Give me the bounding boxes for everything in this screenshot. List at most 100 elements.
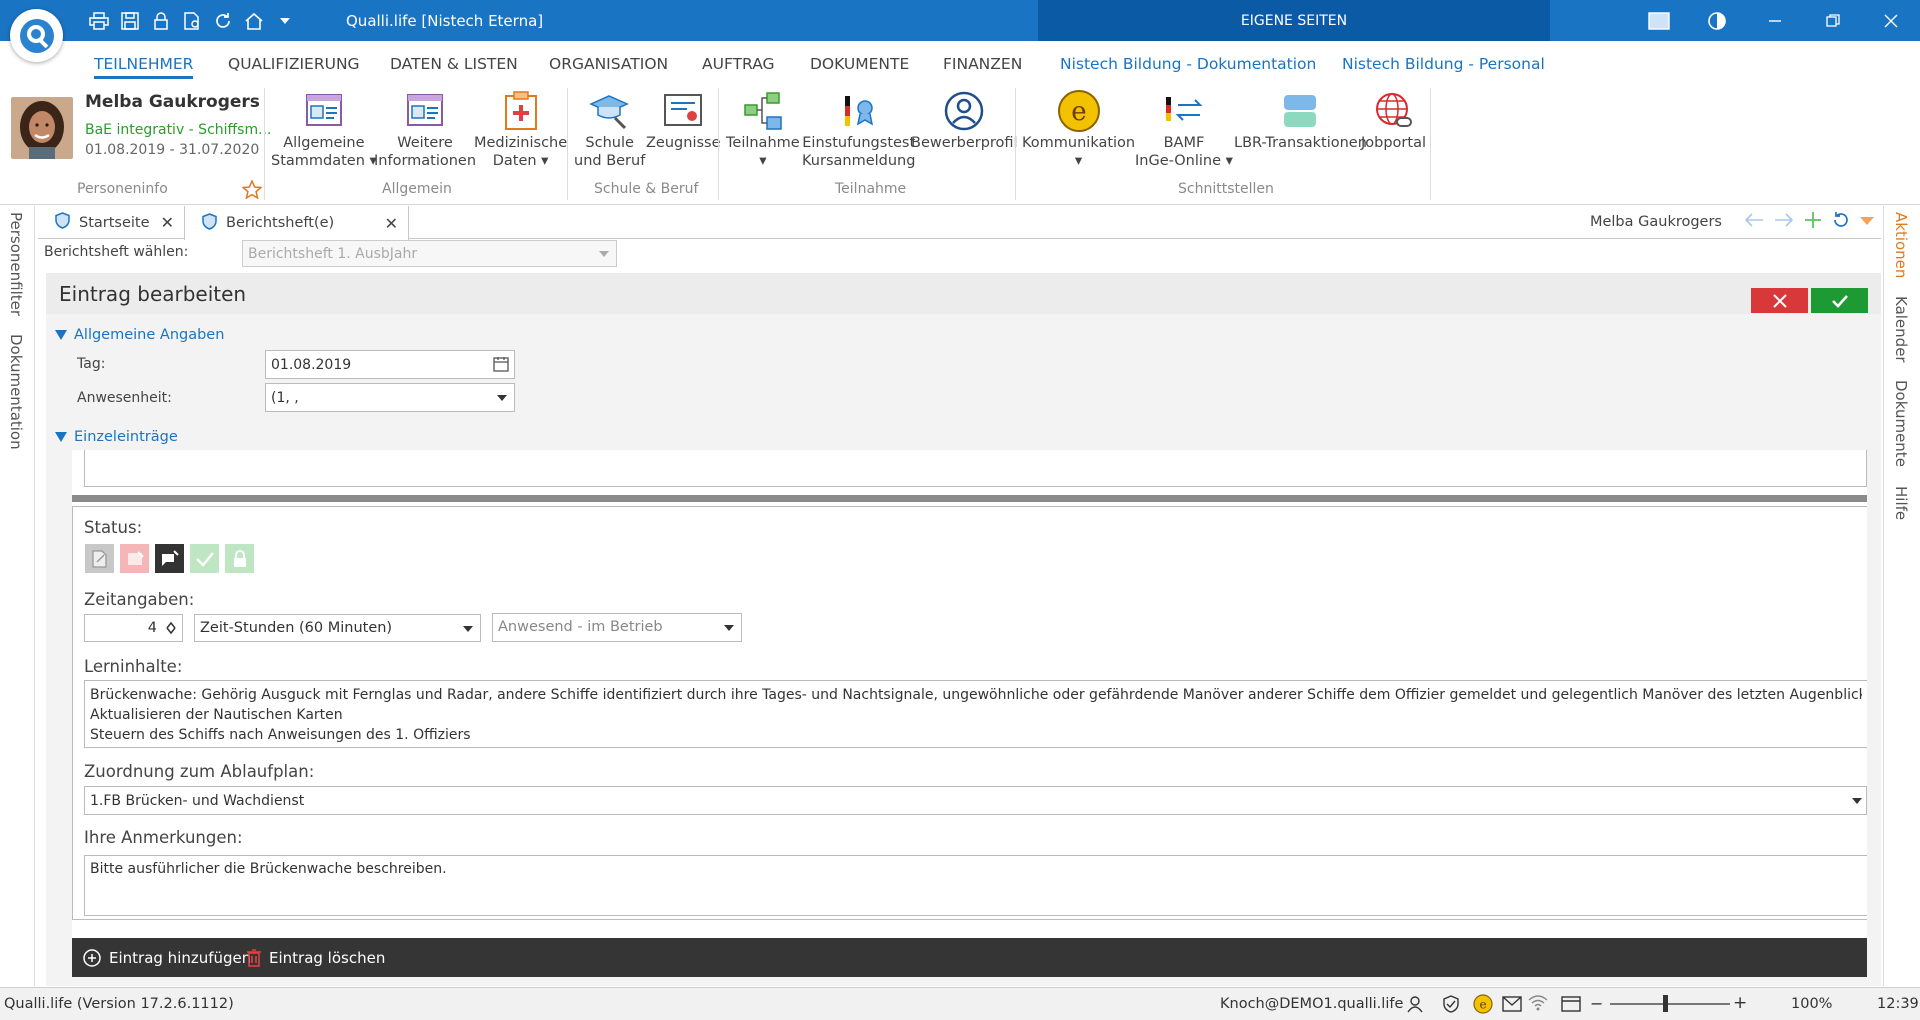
theme-contrast-icon[interactable] xyxy=(1688,0,1746,41)
avatar[interactable] xyxy=(11,97,73,159)
status-draft-icon[interactable] xyxy=(85,544,114,573)
minimize-icon[interactable] xyxy=(1746,0,1804,41)
menu-teilnehmer[interactable]: TEILNEHMER xyxy=(94,55,194,79)
layout-icon[interactable] xyxy=(1630,0,1688,41)
status-locked-icon[interactable] xyxy=(225,544,254,573)
bamf-ingeonline-button[interactable]: BAMF InGe-Online ▾ xyxy=(1135,88,1233,170)
mail-icon[interactable] xyxy=(1502,996,1522,1016)
close-tab-icon[interactable]: ✕ xyxy=(161,213,174,232)
lerninhalte-textarea[interactable]: Brückenwache: Gehörig Ausguck mit Ferngl… xyxy=(84,680,1867,748)
calendar-icon[interactable] xyxy=(493,356,509,376)
app-logo[interactable] xyxy=(10,9,63,62)
anwesend-select[interactable]: Anwesend - im Betrieb xyxy=(492,613,742,642)
teilnahme-button[interactable]: Teilnahme ▾ xyxy=(726,88,800,170)
menu-nistech-dokumentation[interactable]: Nistech Bildung - Dokumentation xyxy=(1060,55,1316,73)
eigene-seiten-button[interactable]: EIGENE SEITEN xyxy=(1038,0,1550,41)
person-name: Melba Gaukrogers xyxy=(85,92,260,112)
group-label-schnittstellen: Schnittstellen xyxy=(1178,181,1274,197)
dokumentation-tab[interactable]: Dokumentation xyxy=(7,334,25,450)
berichtsheft-select[interactable]: Berichtsheft 1. AusbJahr xyxy=(242,240,617,267)
status-rejected-icon[interactable] xyxy=(120,544,149,573)
home-icon[interactable] xyxy=(241,9,267,33)
status-approved-icon[interactable] xyxy=(190,544,219,573)
restore-icon[interactable] xyxy=(1804,0,1862,41)
dokumente-tab[interactable]: Dokumente xyxy=(1892,380,1910,467)
lock-icon[interactable] xyxy=(148,9,174,33)
hours-stepper[interactable]: 4 xyxy=(84,614,183,642)
close-window-icon[interactable] xyxy=(1862,0,1920,41)
user-icon[interactable] xyxy=(1406,995,1424,1017)
certificate-icon xyxy=(663,88,703,134)
section-einzeleintraege[interactable]: Einzeleinträge xyxy=(55,429,178,445)
tab-user-name: Melba Gaukrogers xyxy=(1589,214,1722,230)
menu-daten-listen[interactable]: DATEN & LISTEN xyxy=(390,55,518,73)
delete-entry-button[interactable]: Eintrag löschen xyxy=(247,938,385,977)
add-entry-button[interactable]: Eintrag hinzufügen xyxy=(83,938,251,977)
menu-qualifizierung[interactable]: QUALIFIZIERUNG xyxy=(228,55,360,73)
refresh-icon[interactable] xyxy=(210,9,236,33)
stepper-down-icon[interactable] xyxy=(166,623,176,639)
section-allgemeine-angaben[interactable]: Allgemeine Angaben xyxy=(55,327,224,343)
zoom-slider-thumb[interactable] xyxy=(1663,995,1668,1012)
lbr-transaktionen-button[interactable]: LBR-Transaktionen xyxy=(1234,88,1367,152)
entry-divider xyxy=(72,495,1867,502)
ablaufplan-select[interactable]: 1.FB Brücken- und Wachdienst xyxy=(84,786,1867,815)
confirm-button[interactable] xyxy=(1811,288,1868,313)
tag-date-input[interactable]: 01.08.2019 xyxy=(265,350,515,379)
zeugnisse-button[interactable]: Zeugnisse xyxy=(646,88,721,152)
close-tab-icon[interactable]: ✕ xyxy=(385,214,398,233)
schule-und-beruf-button[interactable]: Schule und Beruf xyxy=(574,88,645,170)
personenfilter-tab[interactable]: Personenfilter xyxy=(7,212,25,316)
print-icon[interactable] xyxy=(86,9,112,33)
medizinische-daten-button[interactable]: Medizinische Daten ▾ xyxy=(474,88,567,170)
zoom-slider[interactable] xyxy=(1610,1003,1730,1005)
group-label-personeninfo: Personeninfo xyxy=(77,181,168,197)
zoom-in-icon[interactable]: + xyxy=(1733,993,1747,1013)
menu-auftrag[interactable]: AUFTRAG xyxy=(702,55,775,73)
app-title: Qualli.life [Nistech Eterna] xyxy=(346,12,544,30)
lerninhalte-label: Lerninhalte: xyxy=(84,657,183,676)
editor-header: Eintrag bearbeiten xyxy=(46,273,1881,314)
tab-startseite[interactable]: Startseite ✕ xyxy=(38,206,184,239)
document-settings-icon[interactable] xyxy=(179,9,205,33)
zoom-out-icon[interactable]: − xyxy=(1590,994,1603,1013)
menu-dokumente[interactable]: DOKUMENTE xyxy=(810,55,909,73)
kalender-tab[interactable]: Kalender xyxy=(1892,296,1910,363)
menu-nistech-personal[interactable]: Nistech Bildung - Personal xyxy=(1342,55,1545,73)
status-comment-icon[interactable] xyxy=(155,544,184,573)
anmerkungen-textarea[interactable]: Bitte ausführlicher die Brückenwache bes… xyxy=(84,855,1867,916)
tab-berichtshefte[interactable]: Berichtsheft(e) ✕ xyxy=(184,206,409,240)
forward-arrow-icon[interactable] xyxy=(1773,211,1795,233)
customize-dropdown-icon[interactable] xyxy=(272,9,298,33)
person-course[interactable]: BaE integrativ - Schiffsm... xyxy=(85,122,271,138)
jobportal-button[interactable]: Jobportal xyxy=(1361,88,1426,152)
dropdown-icon[interactable] xyxy=(1859,211,1875,233)
wifi-icon[interactable] xyxy=(1528,994,1548,1016)
shield-check-icon[interactable] xyxy=(1442,995,1460,1017)
menu-finanzen[interactable]: FINANZEN xyxy=(943,55,1022,73)
refresh-icon[interactable] xyxy=(1831,211,1851,233)
kommunikation-status-icon[interactable]: e xyxy=(1473,994,1493,1018)
menu-organisation[interactable]: ORGANISATION xyxy=(549,55,668,73)
back-arrow-icon[interactable] xyxy=(1743,211,1765,233)
bewerberprofil-button[interactable]: Bewerberprofil xyxy=(911,88,1018,152)
version-text: Qualli.life (Version 17.2.6.1112) xyxy=(4,996,234,1012)
weitere-informationen-button[interactable]: Weitere Informationen xyxy=(374,88,476,170)
anwesenheit-select[interactable]: (1, , xyxy=(265,383,515,412)
aktionen-tab[interactable]: Aktionen xyxy=(1892,212,1910,278)
time-unit-select[interactable]: Zeit-Stunden (60 Minuten) xyxy=(194,614,481,642)
cancel-button[interactable] xyxy=(1751,288,1808,313)
zeitangaben-label: Zeitangaben: xyxy=(84,590,195,609)
save-icon[interactable] xyxy=(117,9,143,33)
einstufungstest-kursanmeldung-button[interactable]: Einstufungstest Kursanmeldung xyxy=(802,88,915,170)
allgemeine-stammdaten-button[interactable]: Allgemeine Stammdaten ▾ xyxy=(271,88,377,170)
window-layout-icon[interactable] xyxy=(1561,996,1581,1016)
close-icon xyxy=(1772,293,1787,308)
kommunikation-button[interactable]: e Kommunikation ▾ xyxy=(1022,88,1135,170)
previous-entry-field[interactable] xyxy=(84,450,1867,487)
add-icon[interactable] xyxy=(1803,211,1823,233)
window-controls xyxy=(1630,0,1920,41)
hilfe-tab[interactable]: Hilfe xyxy=(1892,486,1910,520)
group-label-teilnahme: Teilnahme xyxy=(835,181,907,197)
favorite-star-icon[interactable] xyxy=(241,179,263,203)
